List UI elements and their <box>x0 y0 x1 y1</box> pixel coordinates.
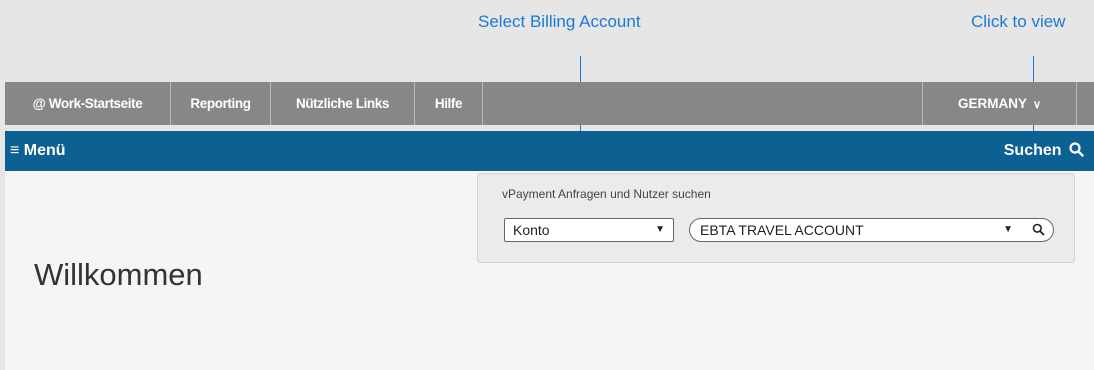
view-account-search-icon[interactable] <box>1032 219 1045 241</box>
main-content: Willkommen vPayment Anfragen und Nutzer … <box>5 171 1094 370</box>
billing-account-select[interactable]: EBTA TRAVEL ACCOUNT ▼ <box>689 218 1054 242</box>
billing-account-value: EBTA TRAVEL ACCOUNT <box>700 222 864 238</box>
top-navigation: @ Work-Startseite Reporting Nützliche Li… <box>5 82 1094 125</box>
annotation-select-billing: Select Billing Account <box>478 12 641 31</box>
tab-reporting[interactable]: Reporting <box>171 82 271 125</box>
search-label: Suchen <box>1003 142 1062 159</box>
search-button[interactable]: Suchen <box>1004 131 1084 171</box>
chevron-down-icon: ∨ <box>1032 99 1042 111</box>
country-label: GERMANY <box>957 96 1027 111</box>
tab-work-startseite[interactable]: @ Work-Startseite <box>5 82 171 125</box>
search-type-select[interactable]: Konto ▼ <box>504 218 674 242</box>
dropdown-arrow-icon: ▼ <box>655 224 665 235</box>
search-panel-title: vPayment Anfragen und Nutzer suchen <box>502 187 711 201</box>
hamburger-icon: ≡ <box>10 142 20 159</box>
search-panel: vPayment Anfragen und Nutzer suchen Kont… <box>477 173 1075 263</box>
tab-nuetzliche-links[interactable]: Nützliche Links <box>271 82 415 125</box>
page-title: Willkommen <box>34 257 203 292</box>
menu-label: Menü <box>23 142 66 159</box>
tab-hilfe[interactable]: Hilfe <box>415 82 483 125</box>
menu-bar: ≡ Menü Suchen <box>5 131 1094 171</box>
search-type-value: Konto <box>513 222 550 238</box>
search-icon <box>1069 142 1084 157</box>
annotation-click-to-view: Click to view <box>971 12 1066 31</box>
country-selector[interactable]: GERMANY ∨ <box>922 82 1077 125</box>
dropdown-arrow-icon: ▼ <box>1003 224 1013 235</box>
menu-button[interactable]: ≡ Menü <box>10 131 66 171</box>
